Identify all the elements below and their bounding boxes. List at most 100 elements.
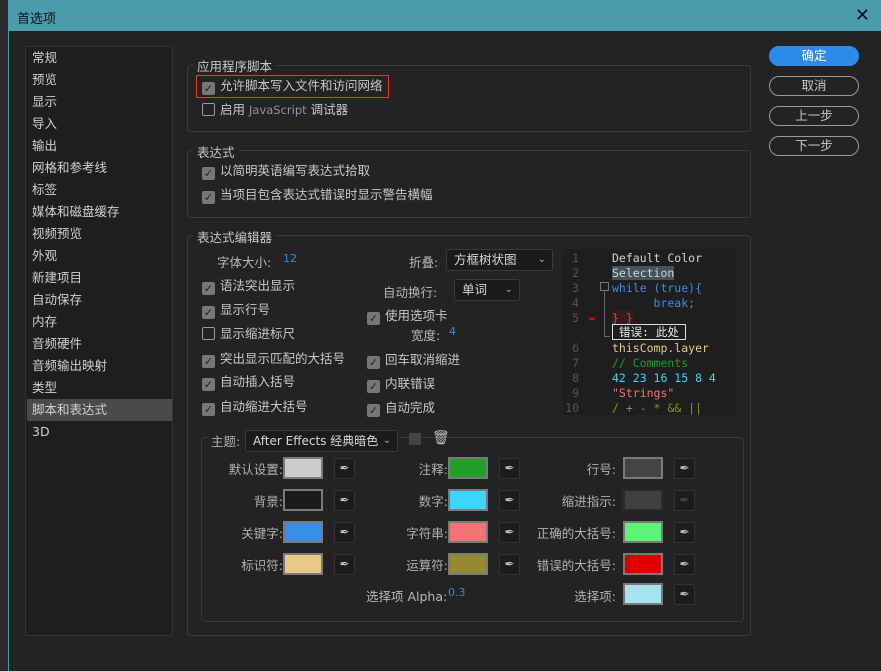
editor-option-checkbox[interactable]: ✓ 内联错误: [367, 374, 435, 394]
sidebar-item[interactable]: 类型: [27, 377, 172, 399]
eyedropper-icon[interactable]: ✒: [499, 490, 520, 511]
sidebar-item[interactable]: 音频硬件: [27, 333, 172, 355]
editor-title: 表达式编辑器: [193, 227, 277, 246]
use-tabs-checkbox[interactable]: ✓ 使用选项卡: [367, 306, 448, 326]
color-swatch[interactable]: [283, 489, 323, 511]
checkbox-label: 使用选项卡: [385, 308, 448, 323]
eyedropper-icon[interactable]: ✒: [674, 584, 695, 605]
sidebar-item[interactable]: 预览: [27, 69, 172, 91]
line-number: 3: [572, 281, 579, 295]
eyedropper-icon[interactable]: ✒: [674, 554, 695, 575]
sidebar-item[interactable]: 导入: [27, 113, 172, 135]
warning-banner-checkbox[interactable]: ✓ 当项目包含表达式错误时显示警告横幅: [202, 185, 433, 205]
checkbox-label: 自动缩进大括号: [220, 399, 308, 414]
error-arrow-icon: ➨: [589, 312, 597, 326]
code-line: / + - * && ||: [612, 401, 703, 415]
sidebar-item[interactable]: 视频预览: [27, 223, 172, 245]
checkbox-checked-icon: ✓: [202, 403, 215, 416]
color-swatch[interactable]: [448, 457, 488, 479]
enable-debugger-checkbox[interactable]: 启用 JavaScript 调试器: [202, 100, 348, 120]
chevron-down-icon: ⌄: [382, 435, 391, 446]
sidebar-item[interactable]: 常规: [27, 47, 172, 69]
font-size-value[interactable]: 12: [283, 252, 297, 265]
theme-select[interactable]: After Effects 经典暗色 ⌄: [245, 430, 398, 452]
checkbox-label: 内联错误: [385, 376, 436, 391]
allow-scripts-checkbox[interactable]: ✓ 允许脚本写入文件和访问网络: [196, 75, 389, 98]
editor-option-checkbox[interactable]: ✓ 回车取消缩进: [367, 350, 460, 370]
next-button[interactable]: 下一步: [769, 136, 859, 156]
eyedropper-icon[interactable]: ✒: [334, 554, 355, 575]
word-wrap-select[interactable]: 单词 ⌄: [454, 279, 520, 301]
color-swatch[interactable]: [283, 553, 323, 575]
eyedropper-icon[interactable]: ✒: [334, 522, 355, 543]
previous-button[interactable]: 上一步: [769, 106, 859, 126]
editor-option-checkbox[interactable]: ✓ 自动完成: [367, 398, 435, 418]
checkbox-checked-icon: ✓: [202, 167, 215, 180]
eyedropper-icon[interactable]: ✒: [674, 522, 695, 543]
sidebar-item[interactable]: 输出: [27, 135, 172, 157]
sidebar-item[interactable]: 外观: [27, 245, 172, 267]
sidebar-item[interactable]: 音频输出映射: [27, 355, 172, 377]
checkbox-checked-icon: ✓: [202, 191, 215, 204]
sidebar-item[interactable]: 网格和参考线: [27, 157, 172, 179]
plain-english-checkbox[interactable]: ✓ 以简明英语编写表达式拾取: [202, 161, 370, 181]
code-line: while (true){: [612, 281, 703, 295]
eyedropper-icon[interactable]: ✒: [499, 554, 520, 575]
code-preview: 1 Default Color 2 Selection 3 while (true){4 …: [563, 249, 736, 415]
cancel-button[interactable]: 取消: [769, 76, 859, 96]
checkbox-label: 突出显示匹配的大括号: [220, 351, 346, 366]
sidebar-item[interactable]: 内存: [27, 311, 172, 333]
checkbox-unchecked-icon: [202, 103, 215, 116]
color-swatch[interactable]: [623, 553, 663, 575]
fold-style-select[interactable]: 方框树状图 ⌄: [446, 249, 553, 271]
selection-alpha-value[interactable]: 0.3: [448, 586, 466, 599]
color-swatch[interactable]: [283, 521, 323, 543]
word-wrap-value: 单词: [462, 282, 488, 297]
color-label: 关键字:: [241, 526, 283, 541]
selection-color-swatch[interactable]: [623, 583, 663, 605]
color-swatch[interactable]: [283, 457, 323, 479]
sidebar-item[interactable]: 新建项目: [27, 267, 172, 289]
sidebar-item[interactable]: 自动保存: [27, 289, 172, 311]
sidebar-item[interactable]: 3D: [27, 421, 172, 443]
font-size-label: 字体大小:: [217, 255, 272, 270]
eyedropper-icon[interactable]: ✒: [334, 490, 355, 511]
checkbox-label: 启用: [220, 102, 246, 117]
tab-width-label: 宽度:: [411, 328, 441, 343]
ok-button[interactable]: 确定: [769, 46, 859, 66]
code-line: Selection: [612, 266, 675, 280]
fold-collapse-icon[interactable]: [600, 282, 609, 291]
color-swatch[interactable]: [448, 521, 488, 543]
checkbox-checked-icon: ✓: [367, 356, 380, 369]
editor-option-checkbox[interactable]: ✓ 自动插入括号: [202, 372, 295, 392]
code-line: break;: [612, 296, 696, 310]
editor-option-checkbox[interactable]: ✓ 显示行号: [202, 300, 270, 320]
sidebar-item[interactable]: 显示: [27, 91, 172, 113]
sidebar-item[interactable]: 标签: [27, 179, 172, 201]
eyedropper-icon[interactable]: ✒: [499, 458, 520, 479]
tab-width-value[interactable]: 4: [449, 325, 456, 338]
color-label: 背景:: [253, 494, 283, 509]
color-swatch[interactable]: [448, 489, 488, 511]
color-swatch[interactable]: [623, 489, 663, 511]
trash-icon[interactable]: 🗑: [432, 430, 450, 446]
close-icon[interactable]: ✕: [855, 5, 870, 26]
sidebar-item[interactable]: 脚本和表达式: [27, 399, 172, 421]
save-theme-icon[interactable]: [409, 433, 421, 445]
editor-option-checkbox[interactable]: ✓ 自动缩进大括号: [202, 397, 308, 417]
editor-option-checkbox[interactable]: ✓ 语法突出显示: [202, 276, 295, 296]
code-line: thisComp.layer: [612, 341, 709, 355]
color-swatch[interactable]: [623, 457, 663, 479]
color-swatch[interactable]: [623, 521, 663, 543]
eyedropper-icon[interactable]: ✒: [674, 458, 695, 479]
eyedropper-icon[interactable]: ✒: [499, 522, 520, 543]
color-swatch[interactable]: [448, 553, 488, 575]
editor-option-checkbox[interactable]: 显示缩进标尺: [202, 324, 295, 344]
eyedropper-icon[interactable]: ✒: [334, 458, 355, 479]
editor-option-checkbox[interactable]: ✓ 突出显示匹配的大括号: [202, 349, 345, 369]
code-line: // Comments: [612, 356, 689, 370]
checkbox-checked-icon: ✓: [367, 380, 380, 393]
sidebar-item[interactable]: 媒体和磁盘缓存: [27, 201, 172, 223]
line-number: 6: [572, 341, 579, 355]
checkbox-label-js: JavaScript: [249, 103, 307, 117]
